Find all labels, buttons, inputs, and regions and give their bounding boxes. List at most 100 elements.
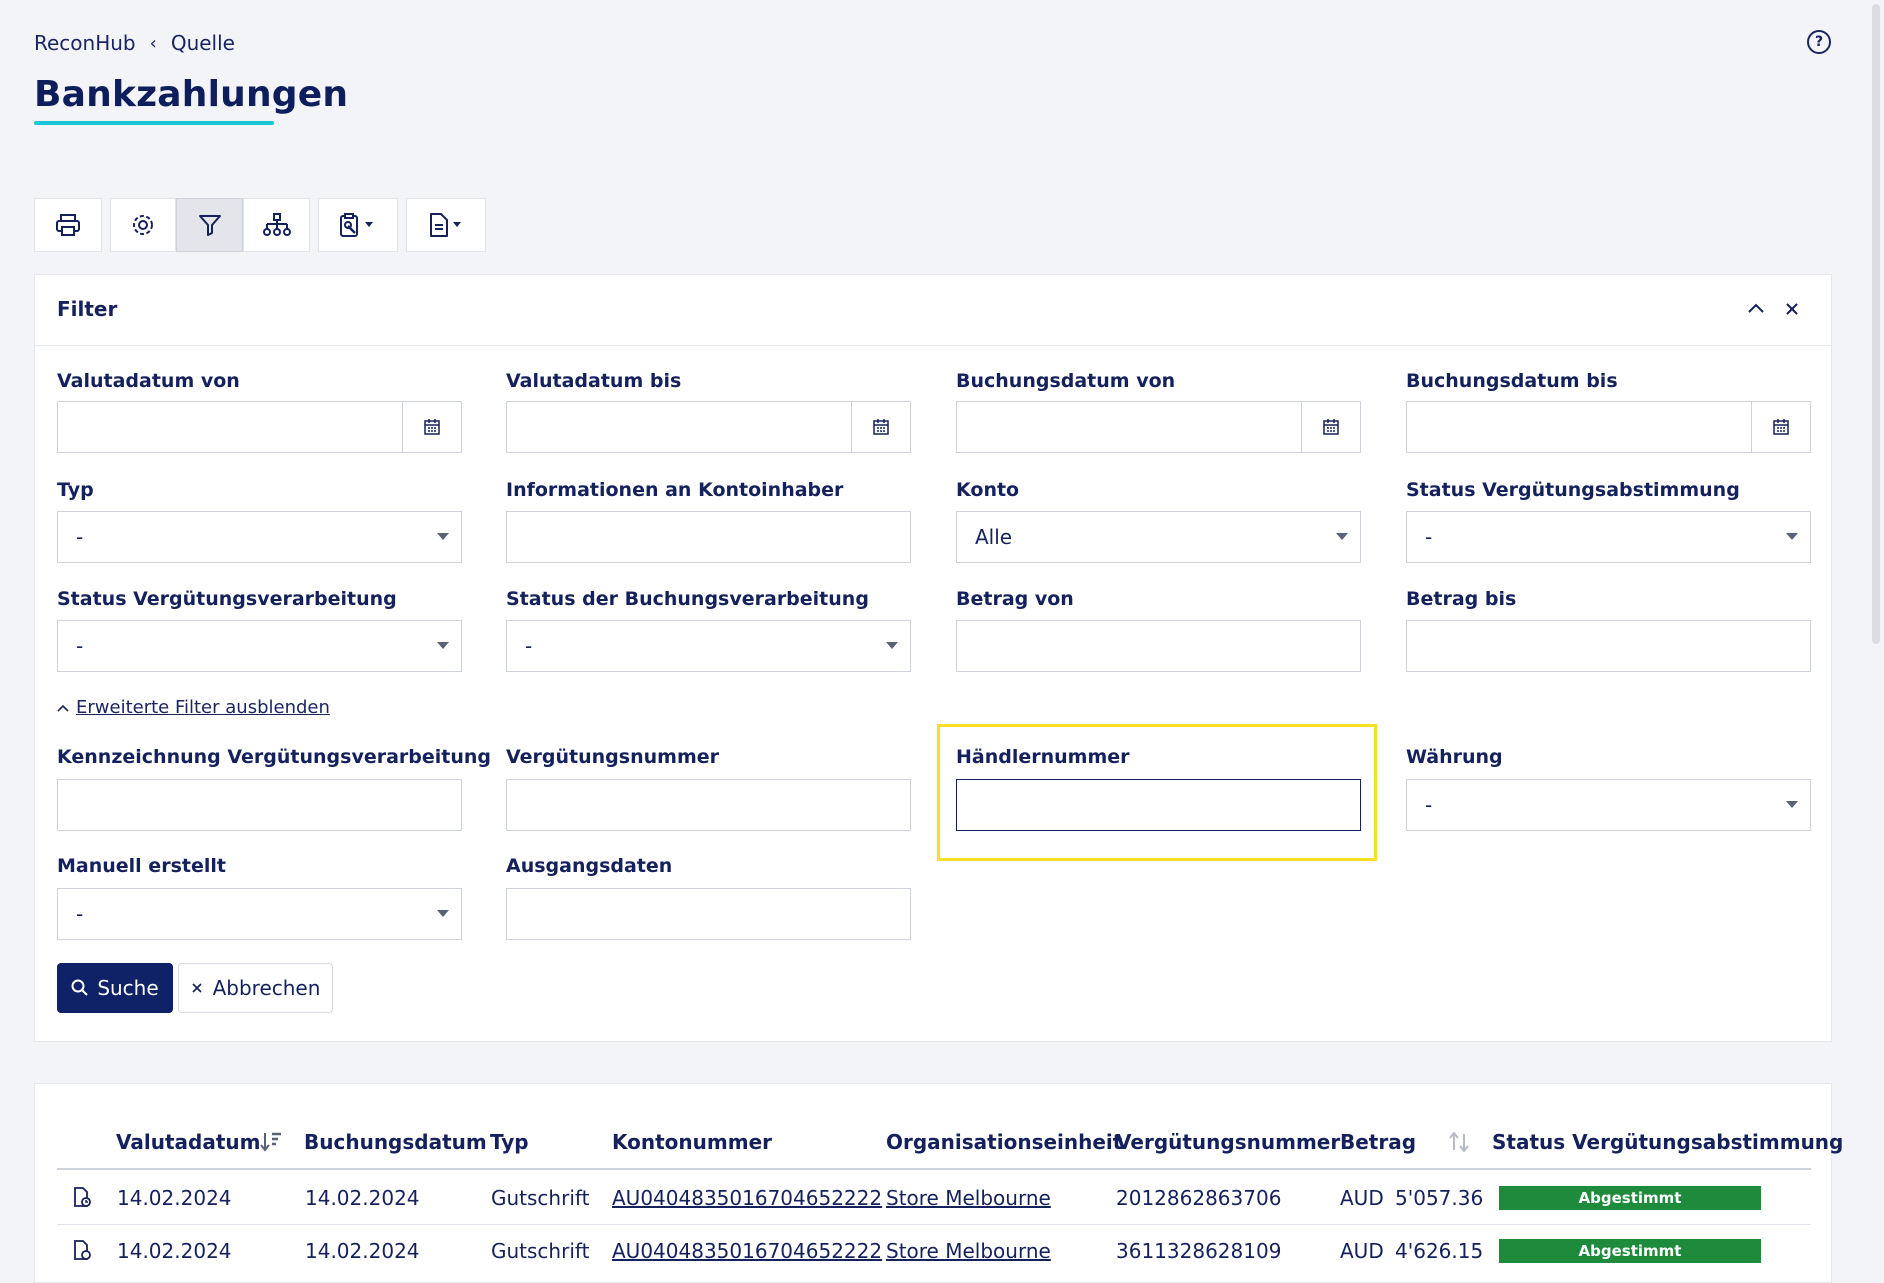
header-buchungsdatum[interactable]: Buchungsdatum: [304, 1130, 487, 1154]
calendar-icon[interactable]: [402, 402, 461, 452]
cell-valutadatum: 14.02.2024: [117, 1186, 232, 1210]
cell-typ: Gutschrift: [491, 1239, 590, 1263]
chevron-down-icon: [437, 642, 449, 649]
header-betrag[interactable]: Betrag: [1340, 1130, 1416, 1154]
document-dropdown[interactable]: [406, 198, 486, 252]
info-kontoinhaber-input[interactable]: [506, 511, 911, 563]
filter-title: Filter: [57, 297, 118, 321]
close-icon: [192, 983, 202, 993]
row-divider: [57, 1224, 1811, 1225]
close-icon[interactable]: [1784, 301, 1800, 317]
cell-verguetungsnummer: 3611328628109: [1116, 1239, 1282, 1263]
buchungsdatum-bis-input[interactable]: [1406, 401, 1811, 453]
sort-icon[interactable]: [1448, 1131, 1470, 1153]
status-badge: Abgestimmt: [1499, 1239, 1761, 1263]
cell-organisationseinheit-link[interactable]: Store Melbourne: [886, 1186, 1051, 1210]
page-title: Bankzahlungen: [34, 74, 349, 115]
print-button[interactable]: [34, 198, 102, 252]
calendar-icon[interactable]: [1751, 402, 1810, 452]
chevron-down-icon: [1336, 533, 1348, 540]
document-icon: [430, 213, 461, 237]
printer-icon: [56, 214, 80, 236]
header-divider: [57, 1168, 1811, 1170]
status-buchungsverarbeitung-select[interactable]: -: [506, 620, 911, 672]
ausgangsdaten-input[interactable]: [506, 888, 911, 940]
status-verguetungsabstimmung-select[interactable]: -: [1406, 511, 1811, 563]
betrag-von-input[interactable]: [956, 620, 1361, 672]
label-buchungsdatum-bis: Buchungsdatum bis: [1406, 370, 1618, 392]
chevron-down-icon: [1786, 533, 1798, 540]
kennzeichnung-input[interactable]: [57, 779, 462, 831]
header-kontonummer[interactable]: Kontonummer: [612, 1130, 772, 1154]
title-underline: [34, 121, 274, 125]
cell-currency: AUD: [1340, 1186, 1384, 1210]
waehrung-select[interactable]: -: [1406, 779, 1811, 831]
verguetungsnummer-input[interactable]: [506, 779, 911, 831]
help-icon[interactable]: ?: [1807, 30, 1831, 54]
label-typ: Typ: [57, 479, 94, 501]
cell-kontonummer-link[interactable]: AU0404835016704652222: [612, 1186, 882, 1210]
buchungsdatum-von-input[interactable]: [956, 401, 1361, 453]
document-detail-icon[interactable]: [72, 1186, 92, 1208]
betrag-bis-input[interactable]: [1406, 620, 1811, 672]
cell-typ: Gutschrift: [491, 1186, 590, 1210]
cell-buchungsdatum: 14.02.2024: [305, 1186, 420, 1210]
header-status[interactable]: Status Vergütungsabstimmung: [1492, 1130, 1843, 1154]
konto-select[interactable]: Alle: [956, 511, 1361, 563]
breadcrumb: ReconHub ‹ Quelle: [34, 31, 235, 55]
typ-select[interactable]: -: [57, 511, 462, 563]
cell-buchungsdatum: 14.02.2024: [305, 1239, 420, 1263]
search-icon: [71, 979, 89, 996]
scrollbar-thumb[interactable]: [1872, 4, 1880, 644]
clipboard-tools-dropdown[interactable]: [318, 198, 398, 252]
label-konto: Konto: [956, 479, 1020, 501]
calendar-icon[interactable]: [1301, 402, 1360, 452]
hierarchy-icon: [262, 213, 291, 236]
status-badge: Abgestimmt: [1499, 1186, 1761, 1210]
chevron-down-icon: [437, 910, 449, 917]
label-status-buchungsverarbeitung: Status der Buchungsverarbeitung: [506, 588, 869, 610]
manuell-erstellt-select[interactable]: -: [57, 888, 462, 940]
chevron-up-icon[interactable]: [1747, 301, 1765, 315]
filter-icon: [198, 215, 221, 236]
cell-verguetungsnummer: 2012862863706: [1116, 1186, 1282, 1210]
header-verguetungsnummer[interactable]: Vergütungsnummer: [1116, 1130, 1340, 1154]
label-buchungsdatum-von: Buchungsdatum von: [956, 370, 1176, 392]
label-manuell-erstellt: Manuell erstellt: [57, 855, 226, 877]
label-verguetungsnummer: Vergütungsnummer: [506, 746, 719, 768]
label-valutadatum-bis: Valutadatum bis: [506, 370, 682, 392]
gear-icon: [133, 215, 153, 235]
header-valutadatum[interactable]: Valutadatum: [116, 1130, 260, 1154]
cancel-button[interactable]: Abbrechen: [178, 963, 333, 1013]
breadcrumb-root[interactable]: ReconHub: [34, 31, 136, 55]
valutadatum-von-input[interactable]: [57, 401, 462, 453]
cell-betrag: 5'057.36: [1395, 1186, 1484, 1210]
document-detail-icon[interactable]: [72, 1239, 92, 1261]
cell-organisationseinheit-link[interactable]: Store Melbourne: [886, 1239, 1051, 1263]
breadcrumb-current[interactable]: Quelle: [171, 31, 235, 55]
status-verguetungsverarbeitung-select[interactable]: -: [57, 620, 462, 672]
chevron-left-icon: ‹: [149, 32, 157, 54]
label-betrag-bis: Betrag bis: [1406, 588, 1517, 610]
settings-button[interactable]: [110, 198, 176, 252]
cell-betrag: 4'626.15: [1395, 1239, 1484, 1263]
highlight-frame: [937, 724, 1377, 861]
filter-button[interactable]: [176, 198, 243, 252]
cell-currency: AUD: [1340, 1239, 1384, 1263]
cell-kontonummer-link[interactable]: AU0404835016704652222: [612, 1239, 882, 1263]
label-status-verguetungsverarbeitung: Status Vergütungsverarbeitung: [57, 588, 397, 610]
header-organisationseinheit[interactable]: Organisationseinheit: [886, 1130, 1122, 1154]
valutadatum-bis-input[interactable]: [506, 401, 911, 453]
chevron-down-icon: [1786, 801, 1798, 808]
label-kennzeichnung: Kennzeichnung Vergütungsverarbeitung: [57, 746, 492, 768]
chevron-down-icon: [886, 642, 898, 649]
search-button[interactable]: Suche: [57, 963, 173, 1013]
filter-panel-header: Filter: [35, 275, 1831, 346]
hierarchy-button[interactable]: [243, 198, 310, 252]
label-valutadatum-von: Valutadatum von: [57, 370, 240, 392]
label-info-kontoinhaber: Informationen an Kontoinhaber: [506, 479, 844, 501]
advanced-filter-toggle[interactable]: Erweiterte Filter ausblenden: [56, 697, 330, 718]
header-typ[interactable]: Typ: [490, 1130, 529, 1154]
sort-descending-icon[interactable]: [259, 1131, 283, 1153]
calendar-icon[interactable]: [851, 402, 910, 452]
